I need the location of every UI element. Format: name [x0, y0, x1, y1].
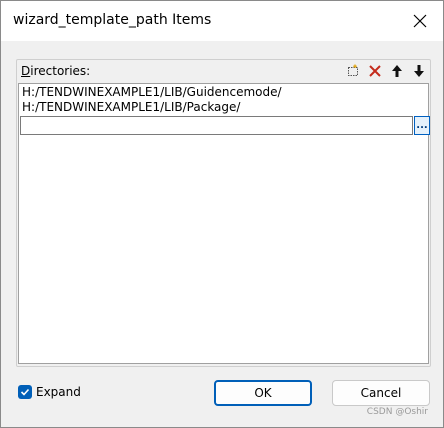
move-up-icon: [392, 65, 402, 77]
close-button[interactable]: [397, 1, 443, 41]
checkmark-icon: [20, 388, 30, 396]
move-down-button[interactable]: [410, 62, 428, 80]
directories-group: Directories: H:/TENDWINEXAMPLE1/LIB/Guid…: [16, 59, 431, 367]
window-title: wizard_template_path Items: [13, 12, 212, 28]
cancel-button[interactable]: Cancel: [332, 380, 430, 406]
directory-edit-field[interactable]: [20, 116, 413, 135]
list-item[interactable]: H:/TENDWINEXAMPLE1/LIB/Guidencemode/: [22, 85, 282, 99]
new-item-button[interactable]: [344, 62, 362, 80]
delete-icon: [369, 65, 381, 77]
watermark: CSDN @Oshir: [366, 407, 428, 417]
directories-label: Directories:: [21, 64, 91, 78]
new-folder-icon: [348, 64, 358, 76]
expand-checkbox[interactable]: [18, 385, 32, 399]
move-down-icon: [414, 65, 424, 77]
expand-label: Expand: [36, 385, 81, 399]
delete-item-button[interactable]: [366, 62, 384, 80]
close-icon: [413, 14, 427, 28]
expand-checkbox-row[interactable]: Expand: [18, 385, 81, 399]
title-bar[interactable]: wizard_template_path Items: [1, 1, 443, 41]
dialog-window: wizard_template_path Items Directories:: [0, 0, 444, 428]
ok-button[interactable]: OK: [214, 380, 312, 406]
list-toolbar: [344, 62, 428, 80]
list-item[interactable]: H:/TENDWINEXAMPLE1/LIB/Package/: [22, 100, 240, 114]
move-up-button[interactable]: [388, 62, 406, 80]
browse-button[interactable]: ...: [414, 116, 430, 135]
directories-list[interactable]: H:/TENDWINEXAMPLE1/LIB/Guidencemode/ H:/…: [18, 83, 430, 364]
